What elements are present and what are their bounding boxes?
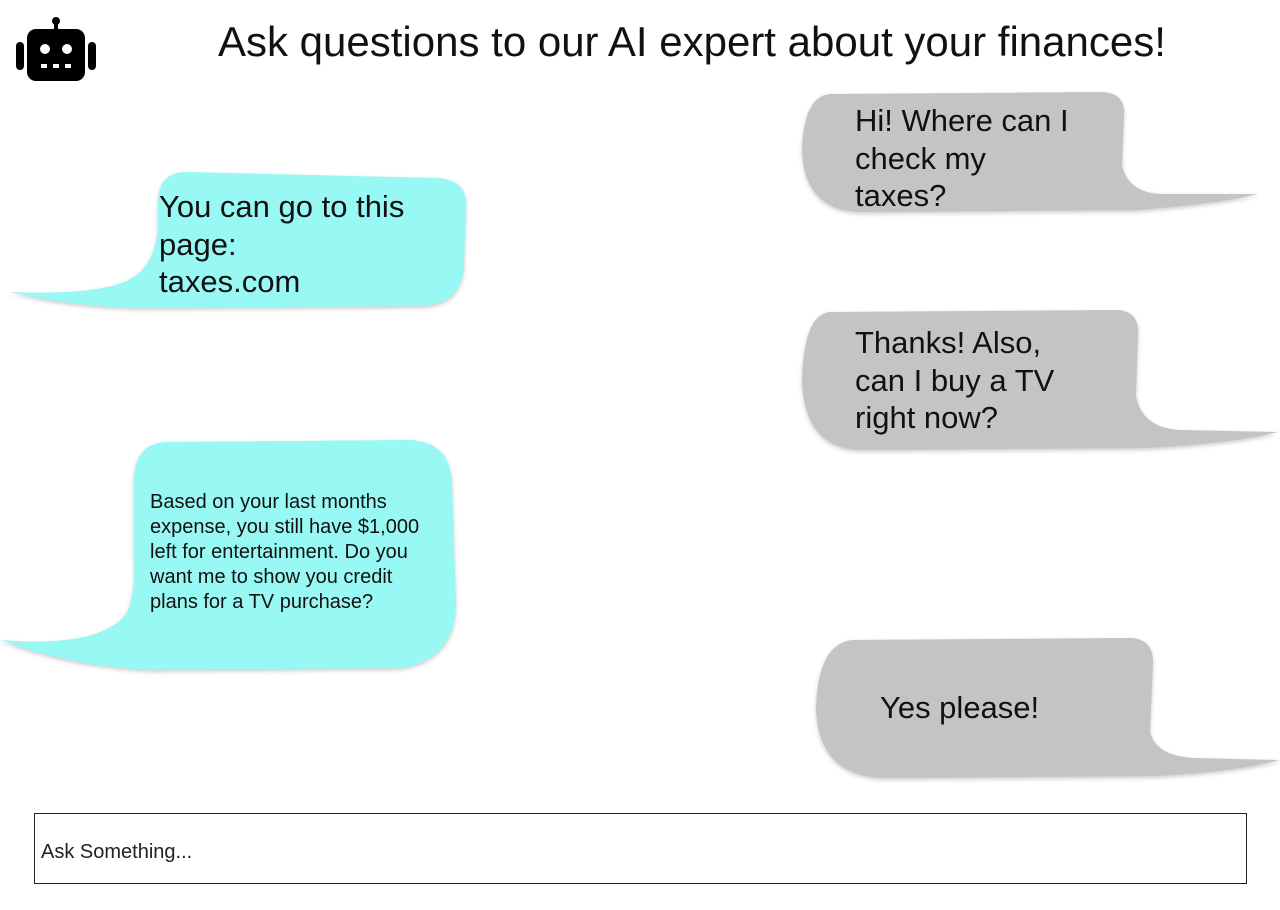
message-text: Thanks! Also, can I buy a TV right now? <box>855 325 1055 435</box>
page-title: Ask questions to our AI expert about you… <box>218 18 1166 65</box>
robot-icon <box>16 17 96 81</box>
ask-input-box[interactable] <box>34 813 1247 884</box>
message-text: Based on your last months expense, you s… <box>150 491 420 613</box>
ask-input[interactable] <box>35 814 1246 883</box>
message-text: Yes please! <box>880 690 1040 725</box>
message-text: You can go to this page: taxes.com <box>159 189 405 299</box>
message-text: Hi! Where can I check my taxes? <box>855 103 1069 213</box>
